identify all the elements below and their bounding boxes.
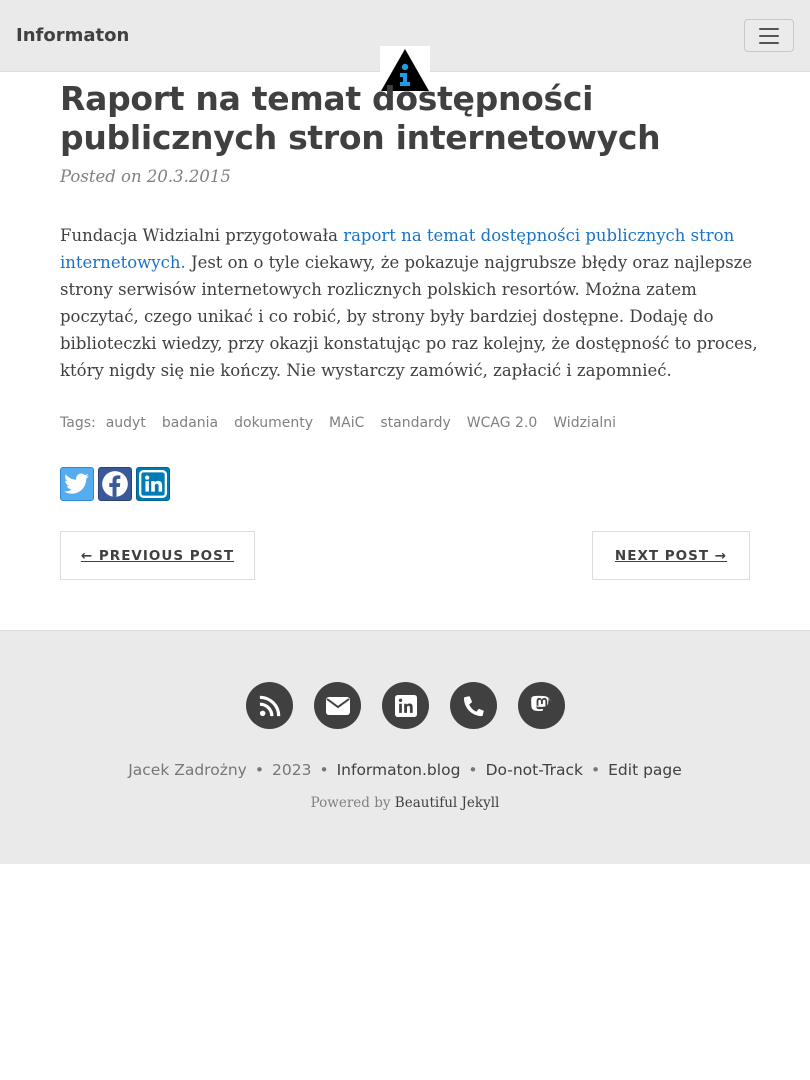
footer-separator: •: [319, 761, 329, 779]
tag-widzialni[interactable]: Widzialni: [553, 415, 616, 431]
linkedin-icon: [139, 470, 167, 498]
tags-list: Tags: audyt badania dokumenty MAiC stand…: [60, 415, 760, 431]
footer-edit-link[interactable]: Edit page: [608, 761, 682, 779]
tag-standardy[interactable]: standardy: [380, 415, 450, 431]
hamburger-icon-line: [759, 34, 779, 37]
menu-toggle-button[interactable]: [744, 19, 794, 52]
brand-link[interactable]: Informaton: [16, 25, 129, 47]
body-intro-text: Fundacja Widzialni przygotowała: [60, 226, 344, 245]
linkedin-link[interactable]: [382, 682, 429, 729]
powered-by-text: Powered by: [310, 795, 395, 811]
previous-post-button[interactable]: ← PREVIOUS POST: [60, 531, 255, 580]
tag-wcag[interactable]: WCAG 2.0: [467, 415, 538, 431]
footer-links: Jacek Zadrożny • 2023 • Informaton.blog • Do-n…: [0, 761, 810, 779]
post-date: Posted on 20.3.2015: [60, 167, 231, 186]
email-link[interactable]: [314, 682, 361, 729]
footer-social-links: [246, 682, 565, 729]
powered-by: Powered by Beautiful Jekyll: [0, 795, 810, 811]
mastodon-link[interactable]: [518, 682, 565, 729]
rss-link[interactable]: [246, 682, 293, 729]
share-linkedin-button[interactable]: [136, 467, 170, 501]
tag-audyt[interactable]: audyt: [106, 415, 146, 431]
footer-year: 2023: [271, 761, 312, 779]
post-body: Fundacja Widzialni przygotowała raport n…: [60, 222, 760, 384]
share-buttons: [60, 467, 170, 501]
linkedin-icon: [394, 694, 417, 717]
footer-separator: •: [590, 761, 601, 779]
share-twitter-button[interactable]: [60, 467, 94, 501]
phone-link[interactable]: [450, 682, 497, 729]
footer: Jacek Zadrożny • 2023 • Informaton.blog • Do-n…: [0, 630, 810, 864]
footer-author: Jacek Zadrożny: [128, 761, 247, 779]
share-facebook-button[interactable]: [98, 467, 132, 501]
tag-badania[interactable]: badania: [162, 415, 218, 431]
footer-site-link[interactable]: Informaton.blog: [337, 761, 461, 779]
twitter-icon: [64, 473, 89, 494]
hamburger-icon-line: [759, 41, 779, 44]
tag-maic[interactable]: MAiC: [329, 415, 364, 431]
mastodon-icon: [530, 695, 551, 711]
next-post-button[interactable]: NEXT POST →: [592, 531, 750, 580]
footer-dnt-link[interactable]: Do-not-Track: [486, 761, 583, 779]
hamburger-icon: [759, 27, 779, 30]
tags-label: Tags:: [60, 415, 96, 431]
page-title: Raport na temat dostępności publicznych …: [60, 79, 661, 157]
rss-icon: [259, 695, 280, 716]
footer-separator: •: [468, 761, 478, 779]
beautiful-jekyll-link[interactable]: Beautiful Jekyll: [395, 795, 500, 811]
phone-icon: [463, 695, 484, 716]
body-text: Jest on o tyle ciekawy, że pokazuje najg…: [60, 253, 758, 380]
tag-dokumenty[interactable]: dokumenty: [234, 415, 313, 431]
envelope-icon: [325, 696, 350, 715]
facebook-icon: [102, 471, 128, 497]
footer-separator: •: [254, 761, 264, 779]
